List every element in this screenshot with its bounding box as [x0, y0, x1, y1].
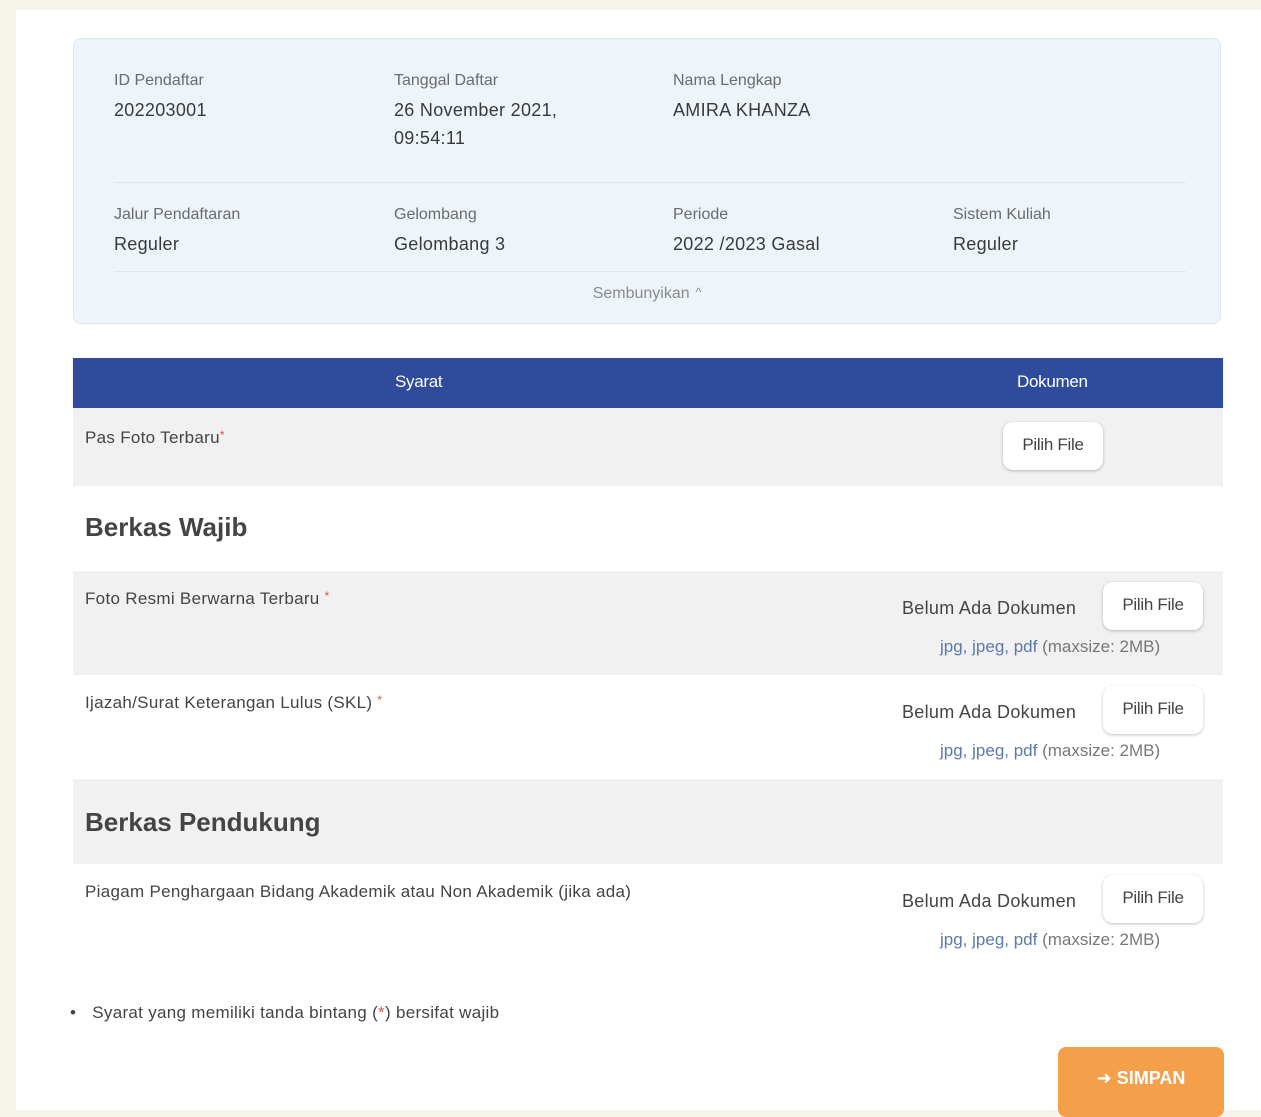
registrant-info-card: ID Pendaftar 202203001 Tanggal Daftar 26… [73, 38, 1221, 324]
section-title: Berkas Pendukung [85, 807, 321, 837]
hide-details-toggle[interactable]: Sembunyikan ^ [74, 285, 1220, 303]
section-supporting: Berkas Pendukung [73, 779, 1223, 864]
section-mandatory: Berkas Wajib [73, 486, 1223, 571]
full-name-label: Nama Lengkap [673, 72, 782, 89]
no-document-text: Belum Ada Dokumen [902, 891, 1077, 911]
choose-file-button[interactable]: Pilih File [1003, 422, 1103, 470]
column-requirement: Syarat [395, 372, 443, 391]
registration-route-field: Jalur Pendaftaran Reguler [114, 205, 240, 258]
save-button-label: SIMPAN [1116, 1068, 1186, 1088]
note-text-before: Syarat yang memiliki tanda bintang ( [92, 1003, 379, 1022]
registrant-id-label: ID Pendaftar [114, 72, 204, 89]
section-title: Berkas Wajib [85, 512, 248, 542]
bullet: • [70, 1003, 77, 1022]
allowed-formats: jpg, jpeg, pdf [940, 741, 1038, 760]
study-system-label: Sistem Kuliah [953, 206, 1051, 223]
max-size: (maxsize: 2MB) [1042, 637, 1161, 656]
chevron-up-icon: ^ [695, 285, 702, 299]
requirement-row-photo: Pas Foto Terbaru* Pilih File [73, 408, 1223, 486]
column-document: Dokumen [1017, 372, 1088, 391]
required-mark: * [377, 693, 383, 707]
allowed-formats: jpg, jpeg, pdf [940, 637, 1038, 656]
wave-label: Gelombang [394, 206, 477, 223]
requirement-row-award: Piagam Penghargaan Bidang Akademik atau … [73, 864, 1223, 974]
study-system-value: Reguler [953, 234, 1019, 254]
registration-route-value: Reguler [114, 234, 180, 254]
requirement-label: Pas Foto Terbaru* [85, 428, 225, 448]
registration-date-line2: 09:54:11 [394, 128, 466, 148]
registrant-id-field: ID Pendaftar 202203001 [114, 71, 207, 124]
required-mark: * [219, 428, 225, 442]
note-text-after: ) bersifat wajib [384, 1003, 500, 1022]
registration-route-label: Jalur Pendaftaran [114, 206, 241, 223]
requirement-label-text: Ijazah/Surat Keterangan Lulus (SKL) [85, 693, 378, 712]
no-document-text: Belum Ada Dokumen [902, 598, 1077, 618]
wave-value: Gelombang 3 [394, 234, 506, 254]
requirement-label: Piagam Penghargaan Bidang Akademik atau … [85, 882, 632, 901]
max-size: (maxsize: 2MB) [1042, 741, 1161, 760]
page: ID Pendaftar 202203001 Tanggal Daftar 26… [16, 10, 1261, 1117]
requirement-row-diploma: Ijazah/Surat Keterangan Lulus (SKL) * Be… [73, 675, 1223, 779]
choose-file-button[interactable]: Pilih File [1103, 875, 1203, 923]
requirement-label: Ijazah/Surat Keterangan Lulus (SKL) * [85, 693, 382, 713]
period-value: 2022 /2023 Gasal [673, 234, 820, 254]
full-name-field: Nama Lengkap AMIRA KHANZA [673, 71, 811, 124]
registration-date-value: 26 November 2021, 09:54:11 [394, 96, 557, 152]
max-size: (maxsize: 2MB) [1042, 930, 1161, 949]
no-document-text: Belum Ada Dokumen [902, 702, 1077, 722]
allowed-formats-text: jpg, jpeg, pdf (maxsize: 2MB) [940, 741, 1160, 761]
allowed-formats-text: jpg, jpeg, pdf (maxsize: 2MB) [940, 637, 1160, 657]
choose-file-button[interactable]: Pilih File [1103, 582, 1203, 630]
info-divider [114, 182, 1186, 183]
registration-date-label: Tanggal Daftar [394, 72, 499, 89]
required-note: • Syarat yang memiliki tanda bintang (*) … [70, 1003, 499, 1023]
allowed-formats: jpg, jpeg, pdf [940, 930, 1038, 949]
arrow-right-icon: ➜ [1096, 1068, 1112, 1088]
requirement-label-text: Foto Resmi Berwarna Terbaru [85, 589, 325, 608]
requirement-row-official-photo: Foto Resmi Berwarna Terbaru * Belum Ada … [73, 571, 1223, 675]
period-label: Periode [673, 206, 729, 223]
choose-file-button[interactable]: Pilih File [1103, 686, 1203, 734]
allowed-formats-text: jpg, jpeg, pdf (maxsize: 2MB) [940, 930, 1160, 950]
required-mark: * [378, 1003, 385, 1022]
registrant-id-value: 202203001 [114, 100, 207, 120]
requirement-label: Foto Resmi Berwarna Terbaru * [85, 589, 330, 609]
hide-details-label: Sembunyikan [592, 285, 690, 302]
registration-date-line1: 26 November 2021, [394, 100, 558, 120]
save-button[interactable]: ➜ SIMPAN [1058, 1047, 1224, 1117]
period-field: Periode 2022 /2023 Gasal [673, 205, 820, 258]
requirement-label-text: Pas Foto Terbaru [85, 428, 220, 447]
required-mark: * [324, 589, 330, 603]
wave-field: Gelombang Gelombang 3 [394, 205, 505, 258]
registration-date-field: Tanggal Daftar 26 November 2021, 09:54:1… [394, 71, 557, 152]
info-divider [114, 271, 1186, 272]
study-system-field: Sistem Kuliah Reguler [953, 205, 1051, 258]
full-name-value: AMIRA KHANZA [673, 100, 811, 120]
requirements-table-header: Syarat Dokumen [73, 358, 1223, 408]
